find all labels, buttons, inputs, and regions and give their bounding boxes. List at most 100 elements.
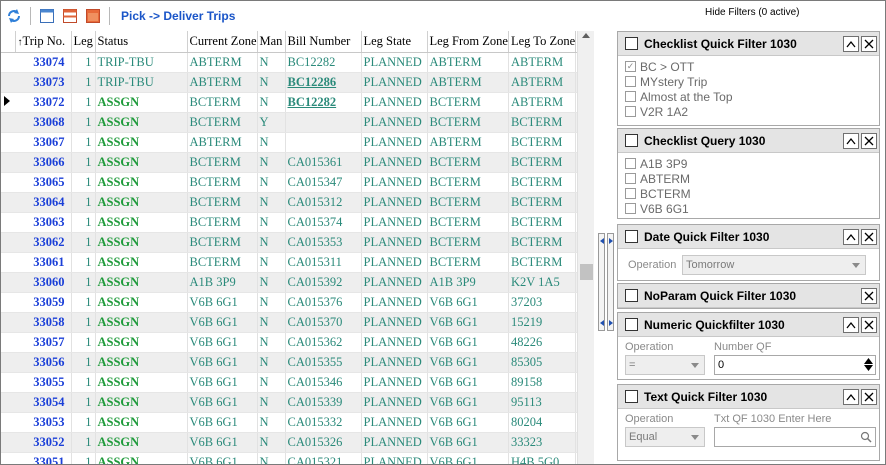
close-button[interactable] [861,388,877,405]
search-icon[interactable] [860,431,872,443]
cell-bill-number: BC12282 [285,92,362,113]
item-label: V2R 1A2 [640,104,689,119]
table-row[interactable]: 33066 1 ASSGN BCTERM N CA015361 PLANNED BCTERM B… [1,152,587,173]
text-operation-dropdown[interactable]: Equal [625,427,705,447]
layout-three-button[interactable] [84,7,102,25]
column-header-leg[interactable]: Leg [71,31,96,53]
table-row[interactable]: 33054 1 ASSGN V6B 6G1 N CA015339 PLANNED V6B 6G… [1,392,587,413]
item-checkbox[interactable] [625,173,636,184]
table-row[interactable]: 33052 1 ASSGN V6B 6G1 N CA015326 PLANNED V6B 6G… [1,432,587,453]
stepper-down-icon[interactable] [864,365,873,371]
table-row[interactable]: 33074 1 TRIP-TBU ABTERM N BC12282 PLANNED ABTER… [1,52,587,73]
grid-vertical-scrollbar[interactable] [577,31,594,464]
collapse-button[interactable] [843,388,859,405]
enable-filter-checkbox[interactable] [625,134,638,147]
table-row[interactable]: 33059 1 ASSGN V6B 6G1 N CA015376 PLANNED V6B 6G… [1,292,587,313]
stepper-up-icon[interactable] [864,358,873,364]
table-row[interactable]: 33053 1 ASSGN V6B 6G1 N CA015332 PLANNED V6B 6G… [1,412,587,433]
collapse-right-handle[interactable] [607,233,614,331]
table-row[interactable]: 33061 1 ASSGN BCTERM N CA015311 PLANNED BCTERM B… [1,252,587,273]
cell-leg-state: PLANNED [361,112,428,133]
table-row[interactable]: 33065 1 ASSGN BCTERM N CA015347 PLANNED BCTERM B… [1,172,587,193]
cell-bill-number [285,112,362,133]
panel-header: Text Quick Filter 1030 [618,385,879,409]
close-button[interactable] [861,228,877,245]
table-row[interactable]: 33051 1 ASSGN V6B 6G1 N CA015321 PLANNED V6B 6G… [1,452,587,464]
item-checkbox[interactable] [625,91,636,102]
layout-one-button[interactable] [38,7,56,25]
checklist-item[interactable]: ✓ BC > OTT [625,59,872,74]
cell-status: ASSGN [95,132,188,153]
collapse-button[interactable] [843,228,859,245]
item-checkbox[interactable] [625,158,636,169]
column-header-leg-from-zone[interactable]: Leg From Zone [427,31,509,53]
close-button[interactable] [861,287,877,304]
filters-splitter[interactable] [597,233,615,331]
item-checkbox[interactable] [625,188,636,199]
row-selector [1,112,15,133]
column-header-man[interactable]: Man [257,31,286,53]
column-header-current-zone[interactable]: Current Zone [187,31,258,53]
table-row[interactable]: 33060 1 ASSGN A1B 3P9 N CA015392 PLANNED A1B 3P… [1,272,587,293]
cell-leg-to-zone: 85305 [508,352,577,373]
table-row[interactable]: 33055 1 ASSGN V6B 6G1 N CA015346 PLANNED V6B 6G… [1,372,587,393]
cell-bill-number: CA015353 [285,232,362,253]
collapse-button[interactable] [843,316,859,333]
enable-filter-checkbox[interactable] [625,37,638,50]
collapse-button[interactable] [843,132,859,149]
item-checkbox[interactable]: ✓ [625,61,636,72]
table-row[interactable]: 33072 1 ASSGN BCTERM N BC12282 PLANNED BCTERM AB… [1,92,587,113]
checklist-item[interactable]: V2R 1A2 [625,104,872,119]
item-checkbox[interactable] [625,76,636,87]
scroll-up-icon[interactable] [582,33,590,38]
column-header-trip-no[interactable]: ↑Trip No. [15,31,72,53]
table-row[interactable]: 33062 1 ASSGN BCTERM N CA015353 PLANNED BCTERM B… [1,232,587,253]
checklist-item[interactable]: Almost at the Top [625,89,872,104]
date-operation-dropdown[interactable]: Tomorrow [682,255,866,275]
cell-status: ASSGN [95,172,188,193]
hide-filters-link[interactable]: Hide Filters (0 active) [705,7,799,18]
cell-leg-to-zone: 33323 [508,432,577,453]
column-header-leg-to-zone[interactable]: Leg To Zone [508,31,577,53]
enable-filter-checkbox[interactable] [625,289,638,302]
checklist-item[interactable]: V6B 6G1 [625,201,872,216]
scroll-thumb[interactable] [580,264,593,280]
enable-filter-checkbox[interactable] [625,318,638,331]
column-header-bill-number[interactable]: Bill Number [285,31,362,53]
table-row[interactable]: 33056 1 ASSGN V6B 6G1 N CA015355 PLANNED V6B 6G… [1,352,587,373]
checklist-item[interactable]: MYstery Trip [625,74,872,89]
item-checkbox[interactable] [625,106,636,117]
cell-leg: 1 [71,292,96,313]
table-row[interactable]: 33057 1 ASSGN V6B 6G1 N CA015362 PLANNED V6B 6G… [1,332,587,353]
table-row[interactable]: 33073 1 TRIP-TBU ABTERM N BC12286 PLANNED ABTER… [1,72,587,93]
table-row[interactable]: 33064 1 ASSGN BCTERM N CA015312 PLANNED BCTERM B… [1,192,587,213]
collapse-left-handle[interactable] [598,233,605,331]
numeric-operation-dropdown[interactable]: = [625,355,705,375]
number-stepper[interactable]: 0 [714,355,876,375]
text-filter-input[interactable] [714,427,876,447]
table-row[interactable]: 33068 1 ASSGN BCTERM Y PLANNED BCTERM BCTERM [1,112,587,133]
close-button[interactable] [861,35,877,52]
column-header-status[interactable]: Status [95,31,188,53]
column-header-leg-state[interactable]: Leg State [361,31,428,53]
layout-two-button[interactable] [61,7,79,25]
enable-filter-checkbox[interactable] [625,230,638,243]
checklist-item[interactable]: ABTERM [625,171,872,186]
item-checkbox[interactable] [625,203,636,214]
collapse-button[interactable] [843,35,859,52]
cell-man: N [257,232,286,253]
table-row[interactable]: 33067 1 ASSGN ABTERM N PLANNED ABTERM BCTERM [1,132,587,153]
enable-filter-checkbox[interactable] [625,390,638,403]
cell-leg-to-zone: 37203 [508,292,577,313]
row-selector [1,372,15,393]
cell-leg-state: PLANNED [361,312,428,333]
table-row[interactable]: 33058 1 ASSGN V6B 6G1 N CA015370 PLANNED V6B 6G… [1,312,587,333]
cell-leg: 1 [71,372,96,393]
table-row[interactable]: 33063 1 ASSGN BCTERM N CA015374 PLANNED BCTERM B… [1,212,587,233]
refresh-button[interactable] [5,7,23,25]
checklist-item[interactable]: BCTERM [625,186,872,201]
close-button[interactable] [861,132,877,149]
checklist-item[interactable]: A1B 3P9 [625,156,872,171]
close-icon [864,392,874,401]
close-button[interactable] [861,316,877,333]
